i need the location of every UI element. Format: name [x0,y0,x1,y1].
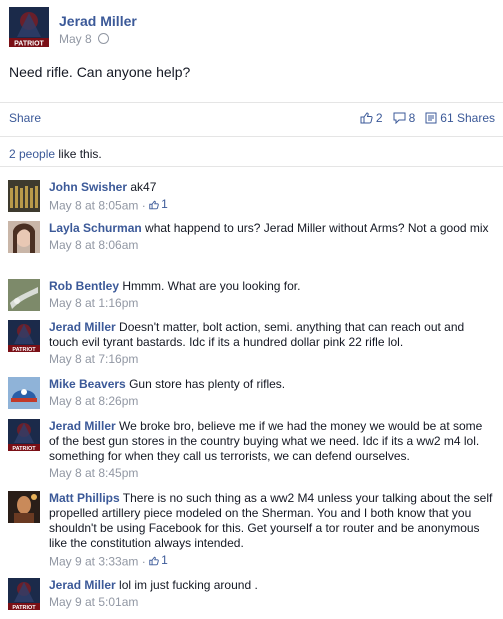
commenter-avatar[interactable] [8,279,40,311]
comments-count-value: 8 [408,111,416,125]
comment-text: Hmmm. What are you looking for. [122,279,301,293]
comment-meta: May 8 at 8:45pm [49,466,495,481]
comment-meta: May 8 at 1:16pm [49,296,495,311]
action-bar: Share 2 8 61 Shares [0,102,503,137]
commenter-avatar[interactable]: PATRIOT [8,320,40,352]
commenter-name[interactable]: John Swisher [49,180,127,194]
post-header: PATRIOT Jerad Miller May 8 [9,7,499,51]
comment-item: Rob Bentley Hmmm. What are you looking f… [8,279,495,313]
comment-meta: May 9 at 3:33am · 1 [49,553,495,570]
likes-summary: 2 people like this. [9,147,102,161]
comment-body: Jerad Miller Doesn't matter, bolt action… [49,320,495,367]
like-count-value: 1 [161,553,168,567]
comment-item: Matt Phillips There is no such thing as … [8,491,495,571]
post-stats: 2 8 61 Shares [360,111,495,125]
commenter-name[interactable]: Matt Phillips [49,491,120,505]
post-meta: May 8 [59,32,109,46]
post-text: Need rifle. Can anyone help? [9,64,191,80]
commenter-name[interactable]: Jerad Miller [49,320,116,334]
comment-item: Mike Beavers Gun store has plenty of rif… [8,377,495,411]
svg-text:PATRIOT: PATRIOT [12,347,36,352]
commenter-avatar[interactable]: PATRIOT [8,419,40,451]
share-button[interactable]: Share [9,111,41,125]
shares-count-value: 61 Shares [440,111,495,125]
comment-body: Jerad Miller lol im just fucking around … [49,578,495,610]
post-date[interactable]: May 8 [59,32,92,46]
comment-timestamp[interactable]: May 8 at 8:26pm [49,394,138,408]
comment-timestamp[interactable]: May 8 at 8:45pm [49,466,138,480]
shares-count[interactable]: 61 Shares [425,111,495,125]
comment-body: Matt Phillips There is no such thing as … [49,491,495,570]
comment-body: Mike Beavers Gun store has plenty of rif… [49,377,495,409]
comment-like-count[interactable]: 1 [149,553,168,568]
like-count-value: 1 [161,197,168,211]
divider [0,166,503,167]
commenter-name[interactable]: Mike Beavers [49,377,126,391]
comment-item: PATRIOT Jerad Miller lol im just fucking… [8,578,495,612]
commenter-name[interactable]: Rob Bentley [49,279,119,293]
meta-separator: · [138,198,150,213]
comment-meta: May 8 at 8:06am [49,238,495,253]
thumbs-up-icon [360,112,373,124]
comment-timestamp[interactable]: May 9 at 3:33am [49,555,138,569]
commenter-avatar[interactable] [8,377,40,409]
comment-item: John Swisher ak47 May 8 at 8:05am · 1 [8,180,495,214]
comments-count[interactable]: 8 [393,111,416,125]
thumbs-up-icon [149,556,159,565]
likes-count[interactable]: 2 [360,111,383,125]
likes-count-value: 2 [375,111,383,125]
comment-item: PATRIOT Jerad Miller Doesn't matter, bol… [8,320,495,370]
globe-icon [97,33,109,44]
svg-text:PATRIOT: PATRIOT [12,446,36,451]
meta-separator: · [138,554,150,569]
comment-text: what happend to urs? Jerad Miller withou… [145,221,489,235]
author-avatar[interactable]: PATRIOT [9,7,49,47]
commenter-name[interactable]: Jerad Miller [49,578,116,592]
comment-body: Layla Schurman what happend to urs? Jera… [49,221,495,253]
comment-like-count[interactable]: 1 [149,197,168,212]
post-author[interactable]: Jerad Miller [59,13,137,29]
likes-people-link[interactable]: 2 people [9,147,55,161]
comment-body: John Swisher ak47 May 8 at 8:05am · 1 [49,180,495,214]
share-icon [425,112,437,124]
comment-text: lol im just fucking around . [119,578,258,592]
comment-text: ak47 [130,180,157,194]
comment-meta: May 8 at 7:16pm [49,352,495,367]
likes-summary-rest: like this. [55,147,102,161]
comment-meta: May 8 at 8:05am · 1 [49,197,495,214]
commenter-avatar[interactable] [8,180,40,212]
comment-text: Gun store has plenty of rifles. [129,377,286,391]
svg-text:PATRIOT: PATRIOT [14,41,44,48]
comment-item: Layla Schurman what happend to urs? Jera… [8,221,495,271]
comment-body: Rob Bentley Hmmm. What are you looking f… [49,279,495,311]
comment-timestamp[interactable]: May 9 at 5:01am [49,595,138,609]
comment-meta: May 9 at 5:01am [49,595,495,610]
commenter-name[interactable]: Layla Schurman [49,221,142,235]
commenter-avatar[interactable] [8,221,40,253]
comment-timestamp[interactable]: May 8 at 8:06am [49,238,138,252]
comment-meta: May 8 at 8:26pm [49,394,495,409]
thumbs-up-icon [149,200,159,209]
comment-timestamp[interactable]: May 8 at 7:16pm [49,352,138,366]
comment-icon [393,112,406,124]
commenter-avatar[interactable]: PATRIOT [8,578,40,610]
comment-body: Jerad Miller We broke bro, believe me if… [49,419,495,481]
comment-timestamp[interactable]: May 8 at 8:05am [49,199,138,213]
commenter-name[interactable]: Jerad Miller [49,419,116,433]
comment-item: PATRIOT Jerad Miller We broke bro, belie… [8,419,495,484]
comment-timestamp[interactable]: May 8 at 1:16pm [49,296,138,310]
svg-text:PATRIOT: PATRIOT [12,605,36,610]
commenter-avatar[interactable] [8,491,40,523]
